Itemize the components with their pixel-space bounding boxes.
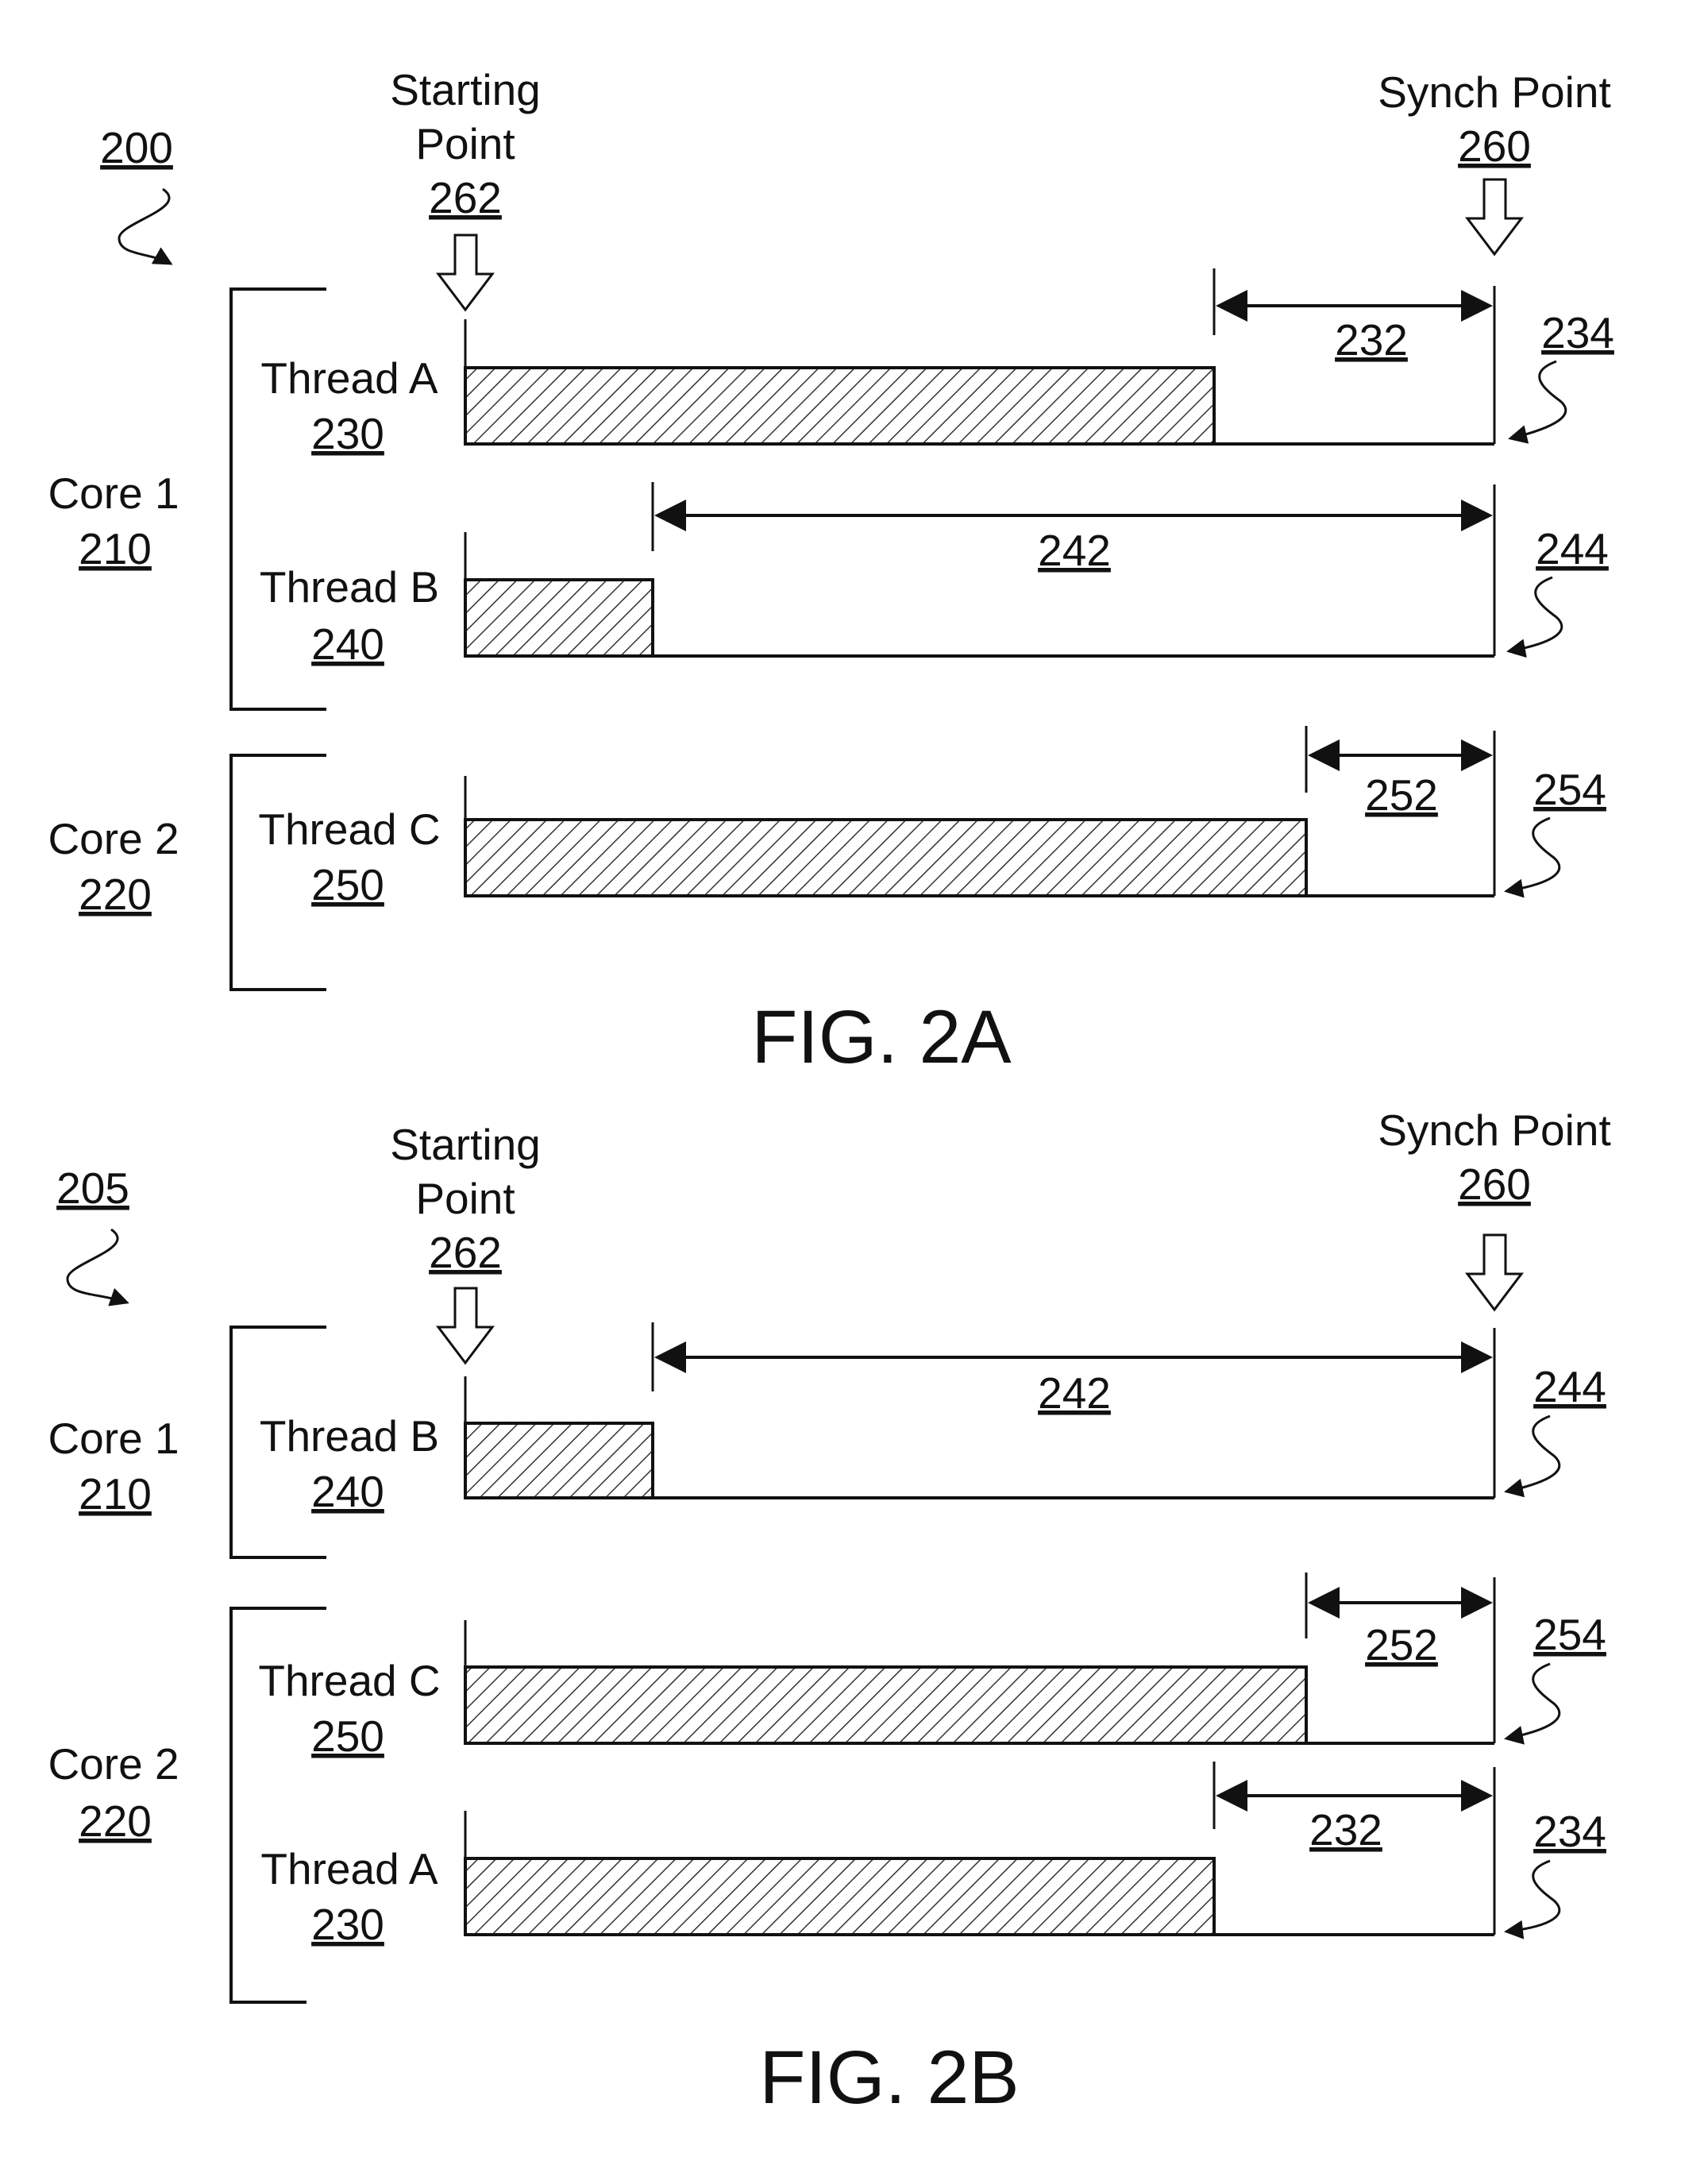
thread-ref: 230 bbox=[311, 409, 384, 458]
core-ref: 210 bbox=[79, 1469, 152, 1519]
synch-point-label: Synch Point bbox=[1378, 1106, 1611, 1155]
arrow-ref: 254 bbox=[1533, 765, 1606, 814]
figure-caption: FIG. 2A bbox=[751, 995, 1012, 1079]
arrow-ref: 234 bbox=[1533, 1807, 1606, 1856]
core-ref: 220 bbox=[79, 1796, 152, 1846]
starting-point-label-line1: Starting bbox=[390, 65, 541, 114]
thread-row: Thread C 250 252 254 bbox=[258, 1573, 1606, 1761]
figure-caption: FIG. 2B bbox=[759, 2036, 1019, 2120]
arrow-ref: 254 bbox=[1533, 1610, 1606, 1659]
synch-point-ref: 260 bbox=[1458, 122, 1531, 171]
starting-point-arrow-icon bbox=[435, 233, 495, 312]
thread-ref: 240 bbox=[311, 1467, 384, 1516]
synch-point-arrow-icon bbox=[1464, 178, 1525, 257]
thread-work-bar bbox=[464, 1857, 1216, 1936]
curl-arrow-icon bbox=[1506, 576, 1563, 658]
core-label: Core 1 bbox=[48, 469, 179, 518]
thread-work-bar bbox=[464, 578, 654, 658]
wait-ref: 242 bbox=[1038, 526, 1111, 575]
starting-point-label-line2: Point bbox=[415, 119, 515, 168]
core-label: Core 2 bbox=[48, 814, 179, 863]
thread-ref: 240 bbox=[311, 619, 384, 669]
core-label: Core 2 bbox=[48, 1739, 179, 1789]
thread-label: Thread C bbox=[258, 805, 440, 854]
patent-figure-canvas: 200 Starting Point 262 Synch Point 260 C… bbox=[48, 65, 1614, 2120]
core-label: Core 1 bbox=[48, 1414, 179, 1463]
starting-point-arrow-icon bbox=[435, 1287, 495, 1365]
wait-ref: 232 bbox=[1335, 315, 1408, 365]
synch-point-arrow-icon bbox=[1464, 1233, 1525, 1312]
thread-row: Thread A 230 232 234 bbox=[260, 1762, 1606, 1949]
core-ref: 220 bbox=[79, 870, 152, 919]
arrow-ref: 244 bbox=[1533, 1362, 1606, 1411]
thread-work-bar bbox=[464, 1422, 654, 1499]
wait-ref: 232 bbox=[1309, 1805, 1382, 1854]
wait-ref: 242 bbox=[1038, 1368, 1111, 1418]
thread-work-bar bbox=[464, 1665, 1308, 1745]
thread-work-bar bbox=[464, 818, 1308, 897]
thread-label: Thread B bbox=[260, 1411, 439, 1461]
core-ref: 210 bbox=[79, 524, 152, 573]
figure-ref-label: 205 bbox=[56, 1164, 129, 1213]
thread-work-bar bbox=[464, 366, 1216, 446]
figure-ref-curl-arrow-icon bbox=[118, 187, 173, 265]
starting-point-ref: 262 bbox=[429, 1228, 502, 1277]
thread-ref: 250 bbox=[311, 1712, 384, 1761]
synch-point-ref: 260 bbox=[1458, 1160, 1531, 1209]
figure-2a: 200 Starting Point 262 Synch Point 260 C… bbox=[48, 65, 1614, 1079]
arrow-ref: 234 bbox=[1541, 308, 1614, 357]
figure-2b: 205 Starting Point 262 Synch Point 260 C… bbox=[48, 1106, 1610, 2120]
thread-label: Thread C bbox=[258, 1656, 440, 1705]
curl-arrow-icon bbox=[1508, 360, 1567, 444]
thread-ref: 250 bbox=[311, 860, 384, 909]
thread-ref: 230 bbox=[311, 1900, 384, 1949]
starting-point-label-line1: Starting bbox=[390, 1120, 541, 1169]
starting-point-ref: 262 bbox=[429, 173, 502, 222]
thread-label: Thread B bbox=[260, 562, 439, 612]
wait-ref: 252 bbox=[1365, 1620, 1438, 1669]
thread-label: Thread A bbox=[260, 1844, 438, 1893]
synch-point-label: Synch Point bbox=[1378, 68, 1611, 117]
starting-point-label-line2: Point bbox=[415, 1174, 515, 1223]
curl-arrow-icon bbox=[1504, 1662, 1561, 1745]
figure-ref-curl-arrow-icon bbox=[66, 1228, 129, 1306]
wait-ref: 252 bbox=[1365, 770, 1438, 820]
arrow-ref: 244 bbox=[1536, 524, 1609, 573]
figure-ref-label: 200 bbox=[100, 123, 173, 172]
thread-row: Thread B 240 242 244 bbox=[260, 1322, 1606, 1516]
curl-arrow-icon bbox=[1504, 1859, 1561, 1939]
curl-arrow-icon bbox=[1504, 816, 1561, 898]
thread-row: Thread A 230 232 234 bbox=[260, 268, 1614, 458]
thread-row: Thread B 240 242 244 bbox=[260, 482, 1609, 669]
thread-row: Thread C 250 252 254 bbox=[258, 726, 1606, 909]
curl-arrow-icon bbox=[1504, 1414, 1561, 1498]
thread-label: Thread A bbox=[260, 353, 438, 403]
